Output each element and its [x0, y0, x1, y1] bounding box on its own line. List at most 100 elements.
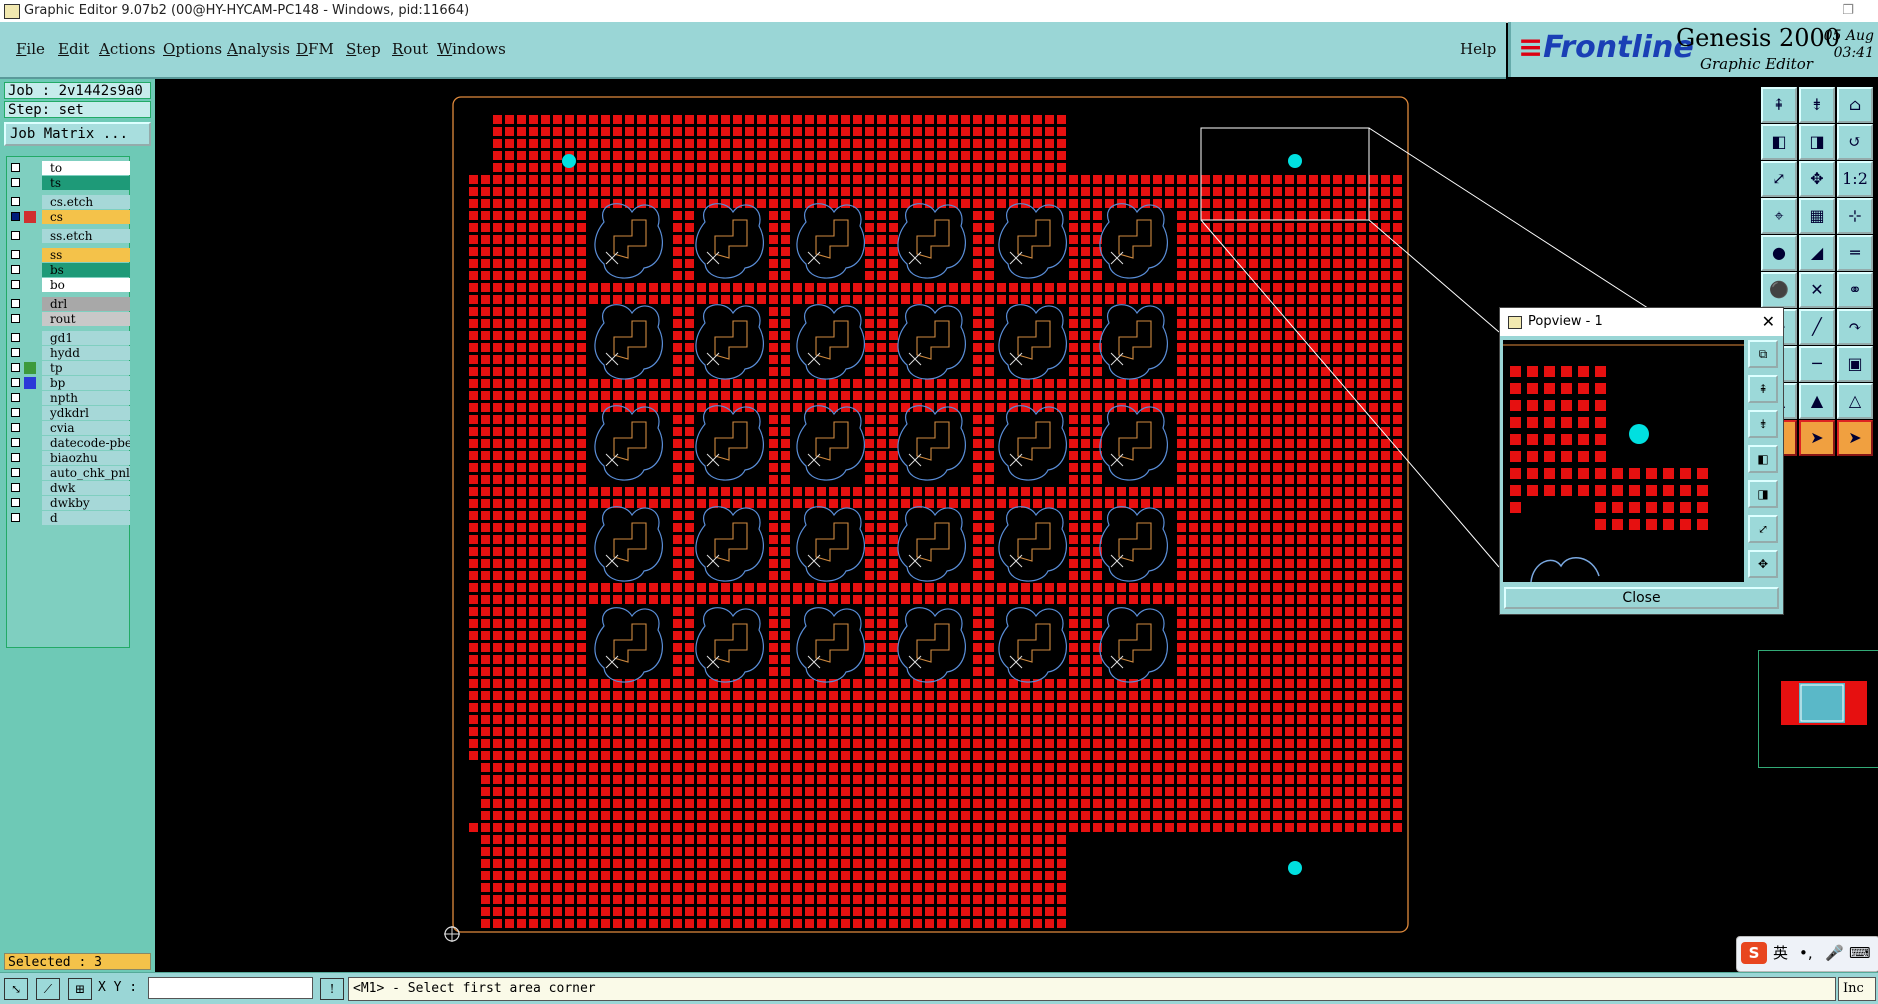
copper-pad[interactable]: [973, 403, 982, 412]
copper-pad[interactable]: [925, 811, 934, 820]
copper-pad[interactable]: [1237, 463, 1246, 472]
copper-pad[interactable]: [1237, 811, 1246, 820]
copper-pad[interactable]: [961, 691, 970, 700]
copper-pad[interactable]: [577, 907, 586, 916]
copper-pad[interactable]: [721, 739, 730, 748]
menu-windows[interactable]: Windows: [437, 40, 506, 58]
copper-pad[interactable]: [841, 379, 850, 388]
copper-pad[interactable]: [541, 679, 550, 688]
copper-pad[interactable]: [1285, 475, 1294, 484]
copper-pad[interactable]: [625, 703, 634, 712]
copper-pad[interactable]: [637, 163, 646, 172]
copper-pad[interactable]: [1297, 787, 1306, 796]
copper-pad[interactable]: [481, 343, 490, 352]
copper-pad[interactable]: [577, 487, 586, 496]
copper-pad[interactable]: [529, 319, 538, 328]
copper-pad[interactable]: [577, 655, 586, 664]
copper-pad[interactable]: [889, 667, 898, 676]
copper-pad[interactable]: [697, 715, 706, 724]
copper-pad[interactable]: [1345, 535, 1354, 544]
copper-pad[interactable]: [1285, 235, 1294, 244]
copper-pad[interactable]: [925, 787, 934, 796]
copper-pad[interactable]: [1345, 331, 1354, 340]
copper-pad[interactable]: [661, 151, 670, 160]
copper-pad[interactable]: [1393, 631, 1402, 640]
copper-pad[interactable]: [625, 799, 634, 808]
copper-pad[interactable]: [1393, 547, 1402, 556]
copper-pad[interactable]: [565, 799, 574, 808]
copper-pad[interactable]: [1093, 271, 1102, 280]
copper-pad[interactable]: [721, 679, 730, 688]
copper-pad[interactable]: [529, 835, 538, 844]
copper-pad[interactable]: [733, 715, 742, 724]
copper-pad[interactable]: [841, 739, 850, 748]
copper-pad[interactable]: [1213, 631, 1222, 640]
copper-pad[interactable]: [673, 427, 682, 436]
copper-pad[interactable]: [865, 727, 874, 736]
copper-pad[interactable]: [1105, 595, 1114, 604]
copper-pad[interactable]: [589, 379, 598, 388]
copper-pad[interactable]: [973, 799, 982, 808]
copper-pad[interactable]: [685, 619, 694, 628]
copper-pad[interactable]: [493, 319, 502, 328]
copper-pad[interactable]: [493, 487, 502, 496]
copper-pad[interactable]: [1033, 859, 1042, 868]
copper-pad[interactable]: [1093, 511, 1102, 520]
undo-icon[interactable]: ↷: [1837, 309, 1873, 345]
copper-pad[interactable]: [985, 511, 994, 520]
copper-pad[interactable]: [889, 883, 898, 892]
copper-pad[interactable]: [661, 715, 670, 724]
layer-name[interactable]: tp: [42, 361, 130, 375]
copper-pad[interactable]: [673, 259, 682, 268]
pop-expand-icon[interactable]: ⧉: [1748, 340, 1778, 368]
menu-help[interactable]: Help: [1460, 40, 1496, 58]
layer-row[interactable]: hydd: [9, 346, 130, 360]
copper-pad[interactable]: [1249, 751, 1258, 760]
copper-pad[interactable]: [673, 835, 682, 844]
copper-pad[interactable]: [865, 247, 874, 256]
copper-pad[interactable]: [625, 847, 634, 856]
copper-pad[interactable]: [997, 703, 1006, 712]
copper-pad[interactable]: [1273, 703, 1282, 712]
copper-pad[interactable]: [1333, 715, 1342, 724]
copper-pad[interactable]: [505, 295, 514, 304]
copper-pad[interactable]: [1081, 511, 1090, 520]
copper-pad[interactable]: [1057, 691, 1066, 700]
copper-pad[interactable]: [1201, 619, 1210, 628]
copper-pad[interactable]: [1333, 415, 1342, 424]
copper-pad[interactable]: [1141, 811, 1150, 820]
copper-pad[interactable]: [1345, 703, 1354, 712]
copper-pad[interactable]: [1093, 415, 1102, 424]
copper-pad[interactable]: [925, 295, 934, 304]
copper-pad[interactable]: [1345, 595, 1354, 604]
copper-pad[interactable]: [973, 871, 982, 880]
copper-pad[interactable]: [565, 607, 574, 616]
copper-pad[interactable]: [481, 403, 490, 412]
copper-pad[interactable]: [1393, 715, 1402, 724]
copper-pad[interactable]: [1009, 151, 1018, 160]
copper-pad[interactable]: [1093, 751, 1102, 760]
copper-pad[interactable]: [1321, 523, 1330, 532]
copper-pad[interactable]: [697, 919, 706, 928]
copper-pad[interactable]: [1393, 487, 1402, 496]
copper-pad[interactable]: [1237, 799, 1246, 808]
copper-pad[interactable]: [841, 283, 850, 292]
copper-pad[interactable]: [469, 283, 478, 292]
copper-pad[interactable]: [1309, 691, 1318, 700]
copper-pad[interactable]: [1237, 631, 1246, 640]
copper-pad[interactable]: [541, 847, 550, 856]
copper-pad[interactable]: [985, 727, 994, 736]
copper-pad[interactable]: [841, 775, 850, 784]
copper-pad[interactable]: [1045, 859, 1054, 868]
copper-pad[interactable]: [1117, 187, 1126, 196]
layer-row[interactable]: ss: [9, 248, 130, 262]
copper-pad[interactable]: [973, 463, 982, 472]
copper-pad[interactable]: [481, 355, 490, 364]
copper-pad[interactable]: [493, 307, 502, 316]
copper-pad[interactable]: [1009, 175, 1018, 184]
copper-pad[interactable]: [853, 823, 862, 832]
copper-pad[interactable]: [1309, 583, 1318, 592]
copper-pad[interactable]: [889, 283, 898, 292]
copper-pad[interactable]: [637, 775, 646, 784]
copper-pad[interactable]: [757, 811, 766, 820]
